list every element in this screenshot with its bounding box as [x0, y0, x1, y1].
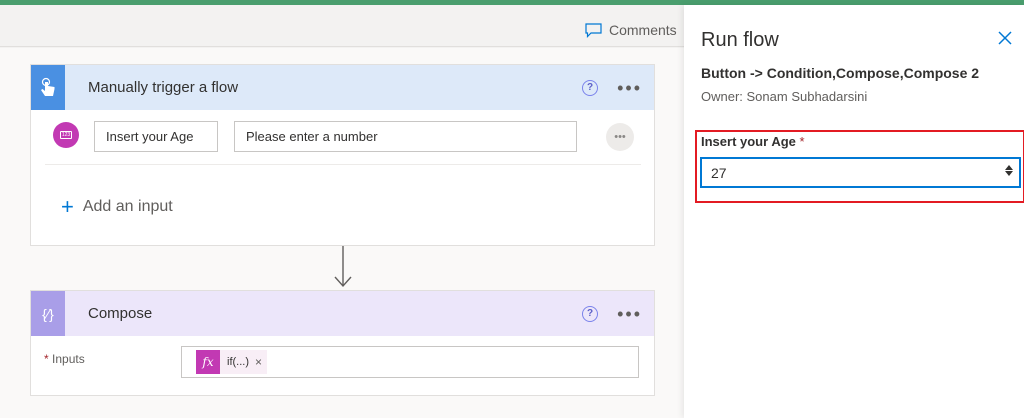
inputs-field[interactable]: fx if(...) × — [181, 346, 639, 378]
remove-token-icon[interactable]: × — [255, 355, 267, 369]
compose-card-title: Compose — [88, 305, 153, 322]
run-flow-panel: Run flow Button -> Condition,Compose,Com… — [684, 5, 1024, 418]
age-input-value: 27 — [711, 164, 727, 181]
designer-toolbar: Comments — [0, 5, 684, 47]
spin-up-icon[interactable] — [1005, 165, 1013, 170]
required-mark: * — [799, 134, 805, 149]
comment-icon — [585, 22, 602, 38]
inputs-label: * Inputs — [44, 352, 85, 366]
inputs-label-text: Inputs — [52, 352, 85, 366]
trigger-card-header[interactable]: Manually trigger a flow ? ••• — [31, 65, 654, 110]
add-input-button[interactable]: + Add an input — [61, 194, 173, 219]
compose-icon: {∕} — [31, 291, 65, 336]
expression-token[interactable]: fx if(...) × — [196, 350, 268, 374]
comments-label: Comments — [609, 22, 677, 38]
number-spinner[interactable] — [1005, 165, 1013, 176]
age-field-label: Insert your Age * — [701, 134, 805, 149]
add-input-label: Add an input — [82, 198, 173, 215]
age-input[interactable]: 27 — [700, 157, 1021, 188]
touch-icon — [31, 65, 65, 110]
number-input-icon: 123 — [53, 122, 79, 148]
down-arrow-icon — [334, 246, 352, 288]
trigger-card: Manually trigger a flow ? ••• 123 Insert… — [30, 64, 655, 246]
number-badge: 123 — [60, 131, 72, 139]
input-placeholder-field[interactable]: Please enter a number — [234, 121, 577, 152]
flow-name: Button -> Condition,Compose,Compose 2 — [701, 65, 980, 81]
compose-card-header[interactable]: {∕} Compose ? ••• — [31, 291, 654, 336]
flow-owner: Owner: Sonam Subhadarsini — [701, 89, 868, 104]
card-divider — [45, 164, 641, 165]
close-icon[interactable] — [997, 30, 1013, 46]
plus-icon: + — [61, 194, 74, 219]
comments-button[interactable]: Comments — [585, 22, 677, 38]
help-icon[interactable]: ? — [582, 79, 599, 96]
fx-icon: fx — [196, 350, 220, 374]
compose-card: {∕} Compose ? ••• * Inputs fx if(...) × — [30, 290, 655, 396]
help-icon[interactable]: ? — [582, 305, 599, 322]
more-options-icon[interactable]: ••• — [617, 79, 642, 97]
trigger-card-title: Manually trigger a flow — [88, 79, 239, 96]
input-options-button[interactable]: ••• — [606, 123, 634, 151]
spin-down-icon[interactable] — [1005, 171, 1013, 176]
panel-title: Run flow — [701, 29, 779, 51]
token-label: if(...) — [227, 356, 249, 368]
input-name-field[interactable]: Insert your Age — [94, 121, 218, 152]
age-field-label-text: Insert your Age — [701, 134, 796, 149]
more-options-icon[interactable]: ••• — [617, 305, 642, 323]
required-mark: * — [44, 352, 49, 366]
